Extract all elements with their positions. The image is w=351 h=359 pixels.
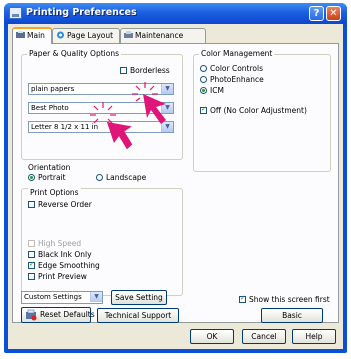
high-speed-checkbox: High Speed <box>28 239 81 248</box>
dialog-body: Main Page Layout Maintenance Paper & Qua… <box>8 24 343 349</box>
paper-quality-title: Paper & Quality Options <box>27 49 121 58</box>
photoenhance-label: PhotoEnhance <box>210 75 264 84</box>
ok-button[interactable]: OK <box>190 329 234 344</box>
color-management-title: Color Management <box>199 49 275 58</box>
window-title: Printing Preferences <box>26 7 137 18</box>
tab-page-layout[interactable]: Page Layout <box>52 28 120 43</box>
cancel-button[interactable]: Cancel <box>242 329 286 344</box>
edge-smoothing-checkbox[interactable]: Edge Smoothing <box>28 260 100 270</box>
borderless-label: Borderless <box>130 66 170 75</box>
tab-maintenance-label: Maintenance <box>135 31 184 40</box>
show-first-box[interactable] <box>239 294 246 303</box>
print-preview-label: Print Preview <box>38 272 87 281</box>
save-setting-button[interactable]: Save Setting <box>111 290 167 305</box>
color-controls-dot[interactable] <box>200 65 207 72</box>
chevron-down-icon[interactable]: ▼ <box>90 292 102 302</box>
portrait-radio[interactable]: Portrait <box>28 173 66 182</box>
title-bar[interactable]: Printing Preferences ? ✕ <box>4 3 347 24</box>
high-speed-box <box>28 240 35 247</box>
icm-radio[interactable]: ICM <box>200 86 224 95</box>
reset-defaults-button[interactable]: Reset Defaults <box>21 307 95 323</box>
tab-maintenance[interactable]: Maintenance <box>120 28 206 43</box>
print-preview-box[interactable] <box>28 273 35 280</box>
color-controls-radio[interactable]: Color Controls <box>200 64 263 73</box>
portrait-radio-dot[interactable] <box>28 174 35 181</box>
printer-icon <box>9 7 22 19</box>
tab-page-layout-label: Page Layout <box>67 31 114 40</box>
reverse-order-label: Reverse Order <box>38 200 92 209</box>
technical-support-button[interactable]: Technical Support <box>97 308 179 323</box>
borderless-checkbox[interactable]: Borderless <box>120 66 170 75</box>
tab-main[interactable]: Main <box>12 27 52 44</box>
icm-off-checkbox[interactable]: Off (No Color Adjustment) <box>200 105 307 115</box>
show-first-label: Show this screen first <box>249 295 330 304</box>
paper-type-value: plain papers <box>31 85 75 93</box>
icm-label: ICM <box>210 86 224 95</box>
photoenhance-dot[interactable] <box>200 76 207 83</box>
main-tab-icon <box>16 31 25 38</box>
reverse-order-box[interactable] <box>28 201 35 208</box>
edge-smoothing-box[interactable] <box>28 260 35 269</box>
icm-off-label: Off (No Color Adjustment) <box>210 106 307 115</box>
maintenance-icon <box>124 31 133 38</box>
custom-settings-select[interactable]: Custom Settings ▼ <box>21 291 103 304</box>
show-first-checkbox[interactable]: Show this screen first <box>239 294 330 304</box>
click-cursor-quality-icon <box>90 102 133 150</box>
quality-value: Best Photo <box>31 104 69 112</box>
color-management-group: Color Management Color Controls PhotoEnh… <box>193 49 331 172</box>
reset-defaults-icon <box>26 309 37 321</box>
print-preview-checkbox[interactable]: Print Preview <box>28 272 87 281</box>
black-ink-only-label: Black Ink Only <box>38 250 92 259</box>
landscape-radio-dot[interactable] <box>96 174 103 181</box>
color-controls-label: Color Controls <box>210 64 263 73</box>
landscape-radio[interactable]: Landscape <box>96 173 146 182</box>
print-options-title: Print Options <box>28 188 81 197</box>
help-button[interactable]: Help <box>292 329 336 344</box>
reverse-order-checkbox[interactable]: Reverse Order <box>28 200 92 209</box>
photoenhance-radio[interactable]: PhotoEnhance <box>200 75 264 84</box>
reset-defaults-label: Reset Defaults <box>40 310 95 319</box>
custom-settings-value: Custom Settings <box>24 293 82 301</box>
portrait-label: Portrait <box>38 173 66 182</box>
orientation-title: Orientation <box>28 163 71 172</box>
high-speed-label: High Speed <box>38 239 82 248</box>
icm-dot[interactable] <box>200 87 207 94</box>
black-ink-only-checkbox[interactable]: Black Ink Only <box>28 250 92 259</box>
basic-button[interactable]: Basic <box>261 308 323 323</box>
main-tab-panel: Paper & Quality Options Borderless plain… <box>12 43 339 323</box>
page-layout-icon <box>57 31 64 39</box>
black-ink-only-box[interactable] <box>28 251 35 258</box>
printing-preferences-window: Printing Preferences ? ✕ Main Page Layou… <box>4 3 347 353</box>
borderless-box[interactable] <box>120 67 127 74</box>
landscape-label: Landscape <box>106 173 147 182</box>
print-options-group: Print Options Reverse Order High Speed B… <box>21 188 183 296</box>
title-close-button[interactable]: ✕ <box>326 6 341 21</box>
title-help-button[interactable]: ? <box>309 6 324 21</box>
icm-off-box[interactable] <box>200 105 207 114</box>
tab-main-label: Main <box>27 31 45 40</box>
edge-smoothing-label: Edge Smoothing <box>38 261 100 270</box>
